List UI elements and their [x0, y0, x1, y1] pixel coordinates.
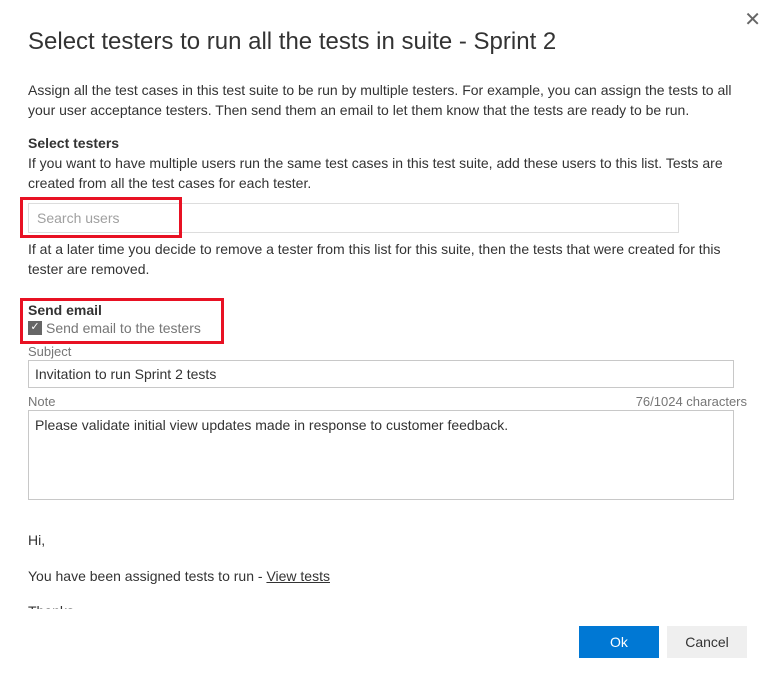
cancel-button[interactable]: Cancel — [667, 626, 747, 658]
send-email-checkbox-row: ✓ Send email to the testers — [28, 320, 747, 336]
note-char-count: 76/1024 characters — [636, 394, 747, 409]
note-textarea[interactable] — [28, 410, 734, 500]
send-email-checkbox[interactable]: ✓ — [28, 321, 42, 335]
select-testers-label: Select testers — [28, 135, 747, 151]
note-label-row: Note 76/1024 characters — [28, 394, 747, 409]
note-label: Note — [28, 394, 55, 409]
close-icon[interactable]: ✕ — [744, 10, 761, 30]
send-email-section: Send email ✓ Send email to the testers S… — [28, 302, 747, 609]
dialog-footer: Ok Cancel — [579, 626, 747, 658]
search-users-wrap — [28, 203, 178, 233]
select-testers-desc: If you want to have multiple users run t… — [28, 153, 747, 194]
dialog-intro: Assign all the test cases in this test s… — [28, 80, 747, 121]
ok-button[interactable]: Ok — [579, 626, 659, 658]
remove-tester-note: If at a later time you decide to remove … — [28, 239, 747, 280]
preview-greeting: Hi, — [28, 529, 747, 553]
preview-closing: Thanks — [28, 600, 747, 608]
search-users-input[interactable] — [28, 203, 679, 233]
subject-label-row: Subject — [28, 344, 747, 359]
email-preview: Hi, You have been assigned tests to run … — [28, 529, 747, 609]
preview-body-line: You have been assigned tests to run - Vi… — [28, 565, 747, 589]
view-tests-link[interactable]: View tests — [266, 568, 330, 584]
subject-input[interactable] — [28, 360, 734, 388]
select-testers-dialog: ✕ Select testers to run all the tests in… — [0, 0, 775, 676]
preview-body: You have been assigned tests to run - — [28, 568, 266, 584]
subject-label: Subject — [28, 344, 71, 359]
dialog-title: Select testers to run all the tests in s… — [28, 28, 747, 56]
send-email-checkbox-label: Send email to the testers — [46, 320, 201, 336]
send-email-label: Send email — [28, 302, 747, 318]
